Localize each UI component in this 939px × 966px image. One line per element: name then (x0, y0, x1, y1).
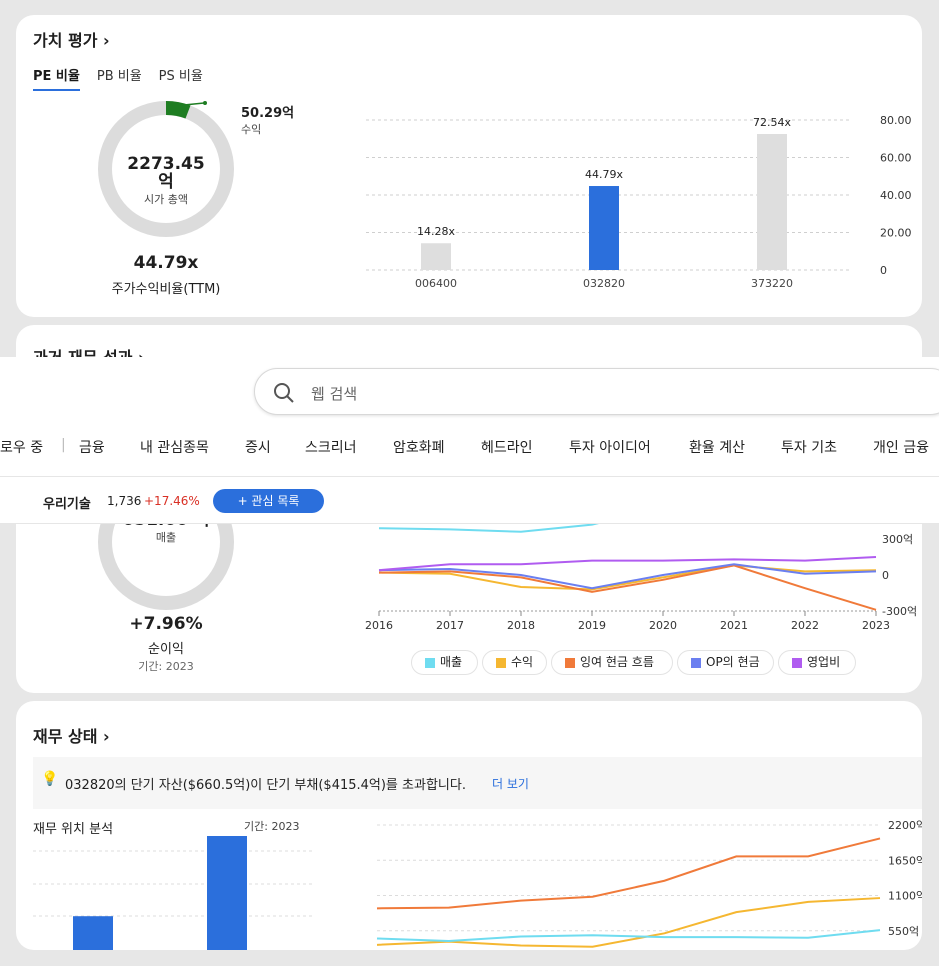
search-icon (274, 383, 294, 403)
x-tick-label: 2021 (720, 619, 748, 632)
series-line (378, 563, 877, 590)
nav-item-basics[interactable]: 투자 기초 (781, 437, 837, 457)
net-income-label: 순이익 (148, 642, 184, 657)
y-tick-label: 300억 (882, 533, 913, 546)
financial-health-card: 재무 상태 › 💡 032820의 단기 자산($660.5억)이 단기 부채(… (16, 701, 922, 950)
earnings-arc (165, 100, 191, 119)
nav-item-following[interactable]: 로우 중 (0, 437, 43, 457)
nav-item-crypto[interactable]: 암호화폐 (393, 437, 445, 457)
bar (757, 133, 787, 270)
ticker-bar: 우리기술 1,736 +17.46% + 관심 목록 (0, 477, 939, 524)
bar-value-label: 44.79x (585, 168, 623, 181)
tab-pe[interactable]: PE 비율 (33, 65, 80, 91)
x-tick-label: 032820 (583, 277, 625, 290)
nav-item-ideas[interactable]: 투자 아이디어 (569, 437, 651, 457)
bar (421, 243, 451, 270)
revenue-label: 매출 (155, 531, 177, 544)
earnings-value: 50.29억 (241, 106, 295, 121)
bar (589, 186, 619, 270)
period-label: 기간: 2023 (138, 660, 194, 673)
legend-opex[interactable]: 영업비 (778, 650, 856, 675)
x-tick-label: 2023 (862, 619, 890, 632)
nav-item-watchlist[interactable]: 내 관심종목 (140, 437, 209, 457)
financial-health-title[interactable]: 재무 상태 › (33, 723, 110, 747)
tab-pb[interactable]: PB 비율 (97, 65, 142, 91)
y-tick-label: 60.00 (880, 152, 912, 165)
chevron-right-icon: › (103, 31, 110, 50)
tab-ps[interactable]: PS 비율 (159, 65, 203, 91)
y-tick-label: 40.00 (880, 189, 912, 202)
series-line (376, 837, 881, 910)
health-line-chart: 2200억1650억1100억550억0 (376, 819, 922, 948)
valuation-title[interactable]: 가치 평가 › (33, 27, 110, 51)
search-placeholder: 웹 검색 (311, 385, 358, 403)
x-tick-label: 2016 (365, 619, 393, 632)
bar-value-label: 72.54x (753, 116, 791, 129)
earnings-label: 수익 (241, 123, 262, 136)
x-tick-label: 2017 (436, 619, 464, 632)
info-text: 032820의 단기 자산($660.5억)이 단기 부채($415.4억)를 … (65, 778, 466, 793)
ticker-name[interactable]: 우리기술 (43, 493, 91, 512)
market-cap-unit: 억 (158, 172, 174, 192)
nav-item-finance[interactable]: 금융 (79, 437, 105, 457)
market-cap-value: 2273.45 (127, 154, 205, 174)
y-tick-label: 1100억 (888, 890, 922, 903)
x-tick-label: 2022 (791, 619, 819, 632)
valuation-card: 가치 평가 › PE 비율 PB 비율 PS 비율 2273.45 억 시가 총… (16, 15, 922, 317)
y-tick-label: 20.00 (880, 227, 912, 240)
bar (207, 836, 247, 950)
nav-item-personal[interactable]: 개인 금융 (873, 437, 929, 457)
x-tick-label: 2019 (578, 619, 606, 632)
y-tick-label: 0 (880, 264, 887, 277)
analysis-title: 재무 위치 분석 (33, 822, 114, 837)
y-tick-label: 1650억 (888, 854, 922, 867)
pe-comparison-chart: 80.00 60.00 40.00 20.00 0 14.28x 006400 44.79x 0… (366, 114, 912, 290)
series-line (376, 897, 881, 948)
legend-fcf[interactable]: 잉여 현금 흐름 (551, 650, 673, 675)
performance-line-chart: 300억 0 -300억 2016 2017 2018 2019 2020 2021 2022 20… (365, 506, 917, 632)
pe-value: 44.79x (133, 253, 199, 273)
market-cap-label: 시가 총액 (144, 193, 188, 206)
ticker-price: 1,736 (107, 494, 142, 508)
y-tick-label: 0 (882, 569, 889, 582)
x-tick-label: 373220 (751, 277, 793, 290)
chevron-right-icon: › (103, 727, 110, 746)
nav-item-screener[interactable]: 스크리너 (305, 437, 357, 457)
search-header: 웹 검색 로우 중 | 금융 내 관심종목 증시 스크리너 암호화폐 헤드라인 … (0, 357, 939, 477)
series-line (378, 556, 877, 572)
bar (73, 916, 113, 950)
net-income-change: +7.96% (129, 614, 203, 634)
nav-item-headlines[interactable]: 헤드라인 (481, 437, 533, 457)
ticker-change: +17.46% (144, 494, 200, 508)
legend-earnings[interactable]: 수익 (482, 650, 547, 675)
nav-item-currency[interactable]: 환율 계산 (689, 437, 745, 457)
market-cap-center: 2273.45 억 시가 총액 (116, 155, 216, 207)
legend-revenue[interactable]: 매출 (411, 650, 478, 675)
info-box: 💡 032820의 단기 자산($660.5억)이 단기 부채($415.4억)… (33, 757, 922, 809)
nav-item-markets[interactable]: 증시 (245, 437, 271, 457)
legend-opcash[interactable]: OP의 현금 (677, 650, 774, 675)
pe-label: 주가수익비율(TTM) (111, 282, 221, 297)
nav-divider: | (61, 437, 66, 453)
y-tick-label: 80.00 (880, 114, 912, 127)
y-tick-label: 550억 (888, 925, 919, 938)
y-tick-label: -300억 (882, 605, 917, 618)
x-tick-label: 2018 (507, 619, 535, 632)
ratio-tabs: PE 비율 PB 비율 PS 비율 (33, 65, 203, 91)
position-bar-chart (33, 836, 313, 950)
more-link[interactable]: 더 보기 (492, 775, 529, 792)
x-tick-label: 2020 (649, 619, 677, 632)
y-tick-label: 2200억 (888, 819, 922, 832)
lightbulb-icon: 💡 (41, 771, 59, 787)
bar-value-label: 14.28x (417, 225, 455, 238)
analysis-period: 기간: 2023 (244, 820, 300, 833)
search-input[interactable]: 웹 검색 (254, 368, 939, 415)
add-watchlist-button[interactable]: + 관심 목록 (213, 489, 324, 513)
x-tick-label: 006400 (415, 277, 457, 290)
